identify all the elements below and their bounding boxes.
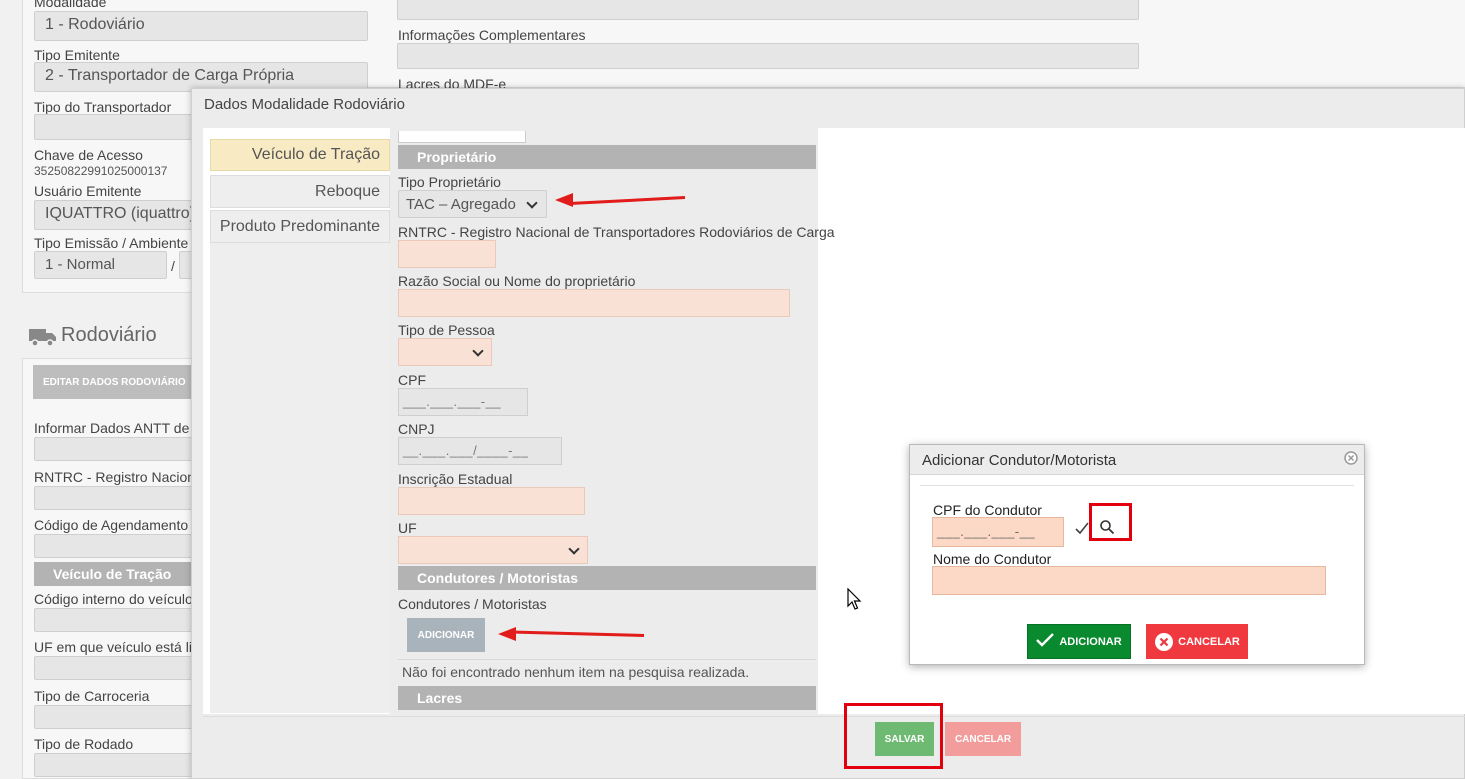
tipo-carroceria-label: Tipo de Carroceria	[34, 688, 150, 704]
inscricao-estadual-input[interactable]	[398, 487, 585, 515]
cpf-input[interactable]: ___.___.___-__	[398, 388, 528, 416]
tipo-emissao-separator: /	[171, 258, 175, 274]
condutores-section: Condutores / Motoristas	[398, 566, 816, 590]
tipo-emissao-label: Tipo Emissão / Ambiente	[34, 235, 189, 251]
rntrc-bg-label: RNTRC - Registro Naciona	[34, 469, 203, 485]
tipo-carroceria-field[interactable]	[34, 705, 194, 729]
annotation-box-search	[1089, 503, 1132, 541]
cnpj-label: CNPJ	[398, 421, 435, 437]
annotation-arrowhead	[498, 627, 516, 641]
nome-condutor-input[interactable]	[932, 566, 1326, 595]
uf-select[interactable]	[398, 536, 588, 564]
chevron-down-icon	[568, 543, 580, 555]
top-field[interactable]	[397, 0, 1139, 20]
dialog-header-divider	[920, 485, 1354, 486]
tipo-pessoa-label: Tipo de Pessoa	[398, 322, 495, 338]
uf-label: UF	[398, 520, 417, 536]
condutores-label: Condutores / Motoristas	[398, 596, 547, 612]
cancelar-dialog-button[interactable]: CANCELAR	[1146, 624, 1248, 659]
adicionar-dialog-button[interactable]: ADICIONAR	[1027, 624, 1131, 659]
empty-message: Não foi encontrado nenhum item na pesqui…	[402, 664, 750, 680]
mouse-cursor-icon	[847, 587, 863, 612]
adicionar-condutor-button[interactable]: ADICIONAR	[407, 618, 485, 652]
rntrc-label: RNTRC - Registro Nacional de Transportad…	[398, 224, 835, 240]
info-complementares-field[interactable]	[397, 43, 1139, 69]
modalidade-label: Modalidade	[34, 0, 107, 10]
modal-title: Dados Modalidade Rodoviário	[204, 96, 405, 113]
rodoviario-title: Rodoviário	[61, 324, 157, 346]
cpf-condutor-label: CPF do Condutor	[933, 502, 1042, 518]
tipo-transportador-field[interactable]	[34, 114, 194, 140]
tipo-rodado-field[interactable]	[34, 753, 194, 777]
chevron-down-icon	[526, 197, 538, 209]
editar-dados-rodoviario-button[interactable]: EDITAR DADOS RODOVIÁRIO	[33, 365, 193, 399]
tab-label: Veículo de Tração	[251, 146, 380, 163]
tipo-pessoa-select[interactable]	[398, 338, 492, 366]
truck-icon	[29, 327, 57, 347]
divider	[398, 659, 816, 660]
tipo-emissao-field[interactable]: 1 - Normal	[34, 251, 167, 279]
adicionar-dialog-label: ADICIONAR	[1059, 635, 1122, 648]
tab-produto-predominante[interactable]: Produto Predominante	[210, 210, 390, 243]
codigo-agendamento-label: Código de Agendamento n	[34, 517, 200, 533]
tab-reboque[interactable]: Reboque	[210, 175, 390, 208]
modalidade-field[interactable]: 1 - Rodoviário	[34, 11, 368, 41]
tipo-proprietario-value: TAC – Agregado	[406, 196, 516, 213]
nome-condutor-label: Nome do Condutor	[933, 551, 1052, 567]
codigo-agendamento-field[interactable]	[34, 534, 194, 558]
uf-licenciado-label: UF em que veículo está lic	[34, 639, 199, 655]
tab-veiculo-tracao[interactable]: Veículo de Tração	[210, 139, 390, 171]
cpf-condutor-input[interactable]: ___.___.___-__	[932, 517, 1064, 547]
veiculo-tracao-bg-section: Veículo de Tração	[34, 562, 194, 586]
dialog-title: Adicionar Condutor/Motorista	[922, 452, 1117, 469]
close-icon[interactable]	[1344, 451, 1358, 465]
tipo-proprietario-label: Tipo Proprietário	[398, 174, 501, 190]
chave-acesso-label: Chave de Acesso	[34, 147, 143, 163]
tab-label: Produto Predominante	[219, 217, 380, 235]
tipo-rodado-label: Tipo de Rodado	[34, 736, 134, 752]
tipo-emitente-label: Tipo Emitente	[34, 47, 120, 63]
cancelar-dialog-label: CANCELAR	[1178, 635, 1240, 648]
proprietario-section: Proprietário	[398, 145, 816, 169]
tab-label: Reboque	[315, 182, 380, 200]
cancelar-modal-button[interactable]: CANCELAR	[945, 722, 1021, 756]
uf-licenciado-field[interactable]	[34, 656, 194, 680]
chave-acesso-value: 35250822991025000137	[34, 164, 168, 178]
modal-footer-divider	[203, 716, 1465, 717]
informar-antt-field[interactable]	[34, 437, 194, 461]
razao-social-label: Razão Social ou Nome do proprietário	[398, 273, 636, 289]
check-icon	[1075, 521, 1089, 535]
modal-dados-modalidade: Dados Modalidade Rodoviário Veículo de T…	[191, 88, 1465, 779]
razao-social-input[interactable]	[398, 289, 790, 317]
tipo-proprietario-select[interactable]: TAC – Agregado	[398, 190, 547, 218]
tipo-transportador-label: Tipo do Transportador	[34, 99, 172, 115]
codigo-interno-label: Código interno do veículo	[34, 591, 193, 607]
usuario-emitente-field[interactable]: IQUATTRO (iquattro)	[34, 200, 194, 230]
cpf-mask: ___.___.___-__	[403, 394, 502, 409]
cnpj-input[interactable]: __.___.___/____-__	[398, 437, 562, 465]
check-icon	[1036, 633, 1055, 650]
close-icon	[1154, 632, 1174, 652]
rntrc-input[interactable]	[398, 240, 496, 268]
cpf-label: CPF	[398, 372, 426, 388]
informar-antt-label: Informar Dados ANTT de	[34, 420, 190, 436]
codigo-interno-field[interactable]	[34, 608, 194, 632]
lacres-section: Lacres	[398, 686, 816, 710]
annotation-box-salvar	[844, 703, 943, 769]
chevron-down-icon	[472, 345, 484, 357]
scrolled-field-edge	[398, 131, 526, 143]
tab-panel-left	[210, 243, 390, 713]
inscricao-estadual-label: Inscrição Estadual	[398, 471, 513, 487]
rntrc-bg-field[interactable]	[34, 486, 194, 510]
info-complementares-label: Informações Complementares	[398, 27, 586, 43]
dialog-adicionar-condutor: Adicionar Condutor/Motorista CPF do Cond…	[909, 444, 1365, 665]
annotation-arrowhead	[555, 193, 573, 207]
cnpj-mask: __.___.___/____-__	[403, 443, 529, 458]
cpf-condutor-mask: ___.___.___-__	[937, 524, 1036, 539]
usuario-emitente-label: Usuário Emitente	[34, 183, 142, 199]
